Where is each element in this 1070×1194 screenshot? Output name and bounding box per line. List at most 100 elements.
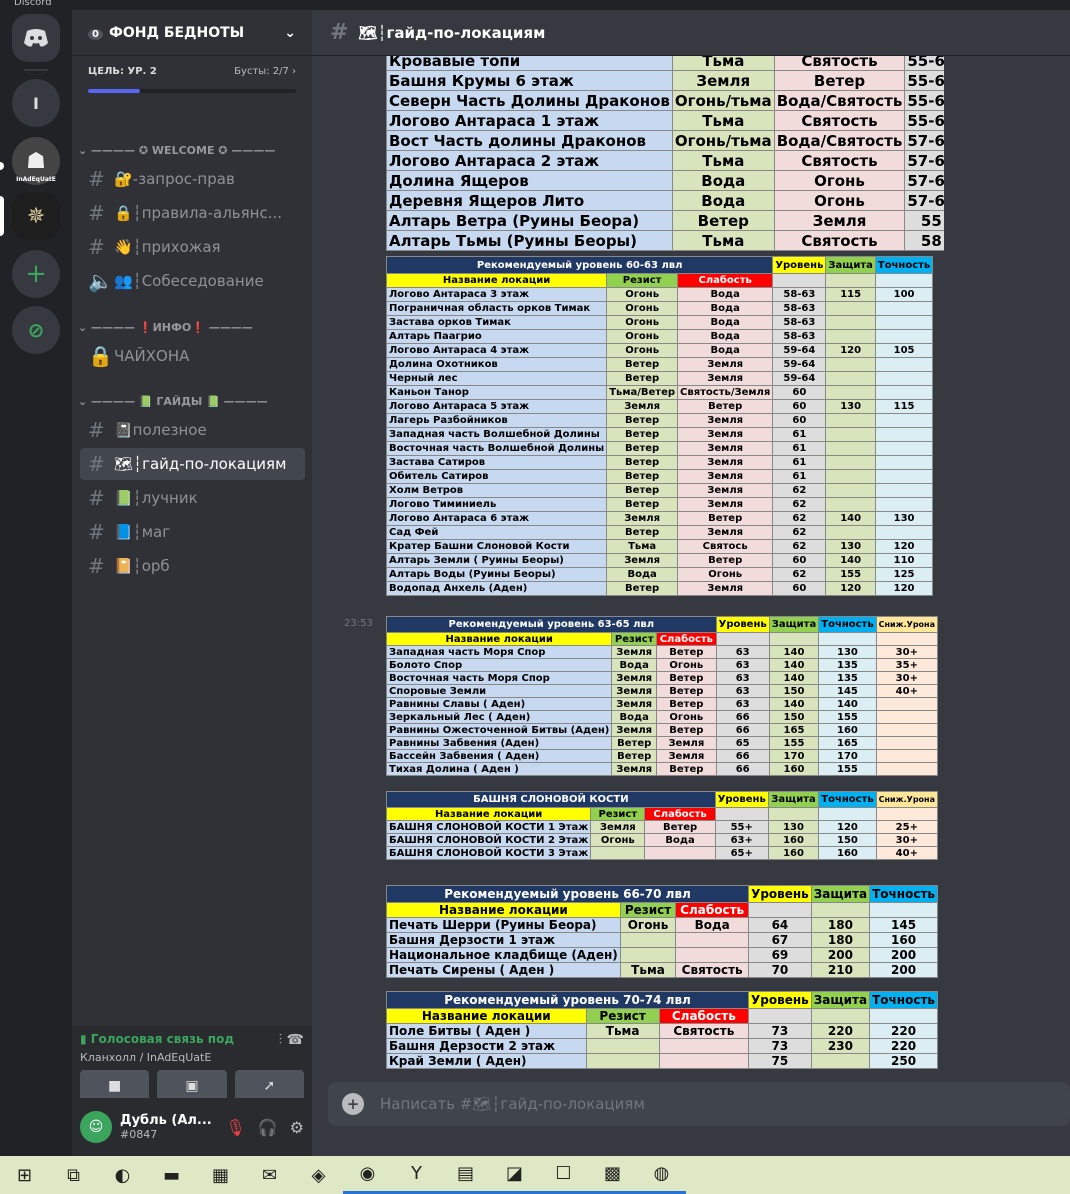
weakness-cell: Святость [773, 110, 906, 131]
image-table-3[interactable]: Рекомендуемый уровень 63-65 лвл Уровень За… [385, 616, 939, 776]
channel-pravila[interactable]: # 🔒┆правила-альянс... [80, 197, 305, 229]
yandex-icon[interactable]: Y [392, 1156, 441, 1194]
taskview-icon[interactable]: ⧉ [49, 1156, 98, 1194]
channel-orb[interactable]: # 📔┆орб [80, 550, 305, 582]
boost-goal[interactable]: ЦЕЛЬ: УР. 2 Бусты: 2/7 › [72, 56, 312, 77]
explorer-icon[interactable]: ▬ [147, 1156, 196, 1194]
damage-reduction-cell [875, 762, 939, 776]
table-row: Алтарь Ветра (Руины Беора) Ветер Земля 55 [386, 210, 944, 231]
header-defense: Защита [810, 885, 871, 903]
location-cell: Логово Антараса 5 этаж [385, 399, 608, 414]
location-cell: Логово Антараса 4 этаж [385, 343, 608, 358]
message-input[interactable]: + Написать #🗺┆гайд-по-локациям [328, 1082, 1070, 1126]
avatar[interactable]: ☺ [80, 1111, 112, 1143]
level-cell: 64 [748, 917, 812, 933]
channel-prihozhaya[interactable]: # 👋┆прихожая [80, 231, 305, 263]
resist-cell: Ветер [671, 210, 775, 231]
paint-icon[interactable]: ◪ [490, 1156, 539, 1194]
level-cell: 62 [772, 511, 827, 526]
disconnect-icon[interactable]: ☎ [287, 1032, 304, 1048]
windows-icon[interactable]: ⊞ [0, 1156, 49, 1194]
gear-icon[interactable]: ⚙ [290, 1118, 304, 1137]
table-row: БАШНЯ СЛОНОВОЙ КОСТИ 3 Этаж 65+ 160 160 40+ [385, 846, 939, 860]
channel-gaid-po-lokaciyam[interactable]: # 🗺┆гайд-по-локациям [80, 448, 305, 480]
table-row: Алтарь Тьмы (Руины Беоры) Тьма Святость 58 [386, 230, 944, 251]
table-row: Логово Антараса 2 этажТьмаСвятость57-62 [386, 150, 944, 171]
guild-icon-i[interactable]: I [12, 79, 60, 127]
mail-icon[interactable]: ✉ [245, 1156, 294, 1194]
header-blank [810, 1008, 871, 1024]
app-icon[interactable]: ◈ [294, 1156, 343, 1194]
attach-plus-icon[interactable]: + [342, 1093, 364, 1115]
weakness-cell: Ветер [677, 553, 774, 568]
resist-cell: Вода [611, 658, 658, 672]
location-cell: Логово Антараса 2 этаж [386, 150, 673, 171]
image-table-2[interactable]: Рекомендуемый уровень 60-63 лвл Уровень За… [385, 256, 934, 596]
channel-chaihona[interactable]: 🔒 ЧАЙХОНА [80, 340, 305, 372]
noise-icon[interactable]: ⫶ [279, 1032, 283, 1048]
image-table-5[interactable]: Рекомендуемый уровень 66-70 лвл Уровень За… [385, 885, 938, 978]
weakness-cell: Ветер [656, 697, 717, 711]
channel-mag[interactable]: # 📘┆маг [80, 516, 305, 548]
feedback-icon[interactable]: ☐ [539, 1156, 588, 1194]
header-blank [772, 273, 827, 288]
category-welcome[interactable]: ⌄ ———— ✪ WELCOME ✪ ———— [78, 144, 275, 157]
headphones-icon[interactable]: 🎧 [258, 1118, 278, 1137]
guild-fond-icon[interactable]: ✵ [12, 192, 60, 240]
defense-cell: 140 [768, 697, 820, 711]
mute-icon[interactable]: 🎙 [225, 1118, 245, 1137]
channel-poleznoe[interactable]: # 📓полезное [80, 414, 305, 446]
weakness-cell: Ветер [644, 820, 716, 834]
location-cell: Водопад Анхель (Аден) [385, 581, 608, 596]
level-cell: 65 [715, 736, 770, 750]
level-cell: 58-63 [772, 301, 827, 316]
guild-inadequate-icon[interactable]: ☗ InAdEqUatE [12, 137, 60, 185]
header-weakness: Слабость [658, 1008, 750, 1024]
server-header[interactable]: 0 ФОНД БЕДНОТЫ ⌄ [72, 10, 312, 56]
voice-status[interactable]: ▮ Голосовая связь под [80, 1032, 234, 1048]
defense-cell: 170 [768, 749, 820, 763]
channel-zapros-prav[interactable]: # 🔐-запрос-прав [80, 163, 305, 195]
game-icon[interactable]: ▩ [588, 1156, 637, 1194]
channel-luchnik[interactable]: # 📗┆лучник [80, 482, 305, 514]
store-icon[interactable]: ▦ [196, 1156, 245, 1194]
weakness-cell: Земля [677, 483, 774, 498]
explore-icon[interactable]: ⊘ [12, 306, 60, 354]
windows-taskbar: ⊞ ⧉ ◐ ▬ ▦ ✉ ◈ ◉ Y ▤ ◪ ☐ ▩ ◍ [0, 1156, 1070, 1194]
edge-icon[interactable]: ◐ [98, 1156, 147, 1194]
message-timestamp: 23:53 [344, 618, 373, 629]
discord-icon[interactable]: ◍ [637, 1156, 686, 1194]
weakness-cell: Вода/Святость [773, 90, 906, 111]
channel-label: 🔐-запрос-прав [114, 170, 235, 188]
accuracy-cell: 105 [874, 343, 934, 358]
category-info[interactable]: ⌄ ———— ❗ИНФО❗ ———— [78, 321, 253, 334]
firefox-icon[interactable]: ◉ [343, 1156, 392, 1194]
signal-icon: ▮ [80, 1032, 87, 1046]
level-cell: 66 [715, 710, 770, 724]
image-table-6[interactable]: Рекомендуемый уровень 70-74 лвл Уровень За… [385, 991, 938, 1069]
header-weakness: Слабость [675, 902, 750, 918]
level-cell: 61 [772, 441, 827, 456]
level-cell: 62 [772, 497, 827, 512]
message-input-placeholder: Написать #🗺┆гайд-по-локациям [380, 1095, 645, 1113]
resist-cell: Тьма/Ветер [606, 385, 679, 400]
image-table-1[interactable]: Кровавые топиТьмаСвятость55-60Башня Крум… [386, 56, 944, 251]
level-cell: 59-64 [772, 343, 827, 358]
level-cell: 58-63 [772, 287, 827, 302]
category-guides[interactable]: ⌄ ———— 📗 ГАЙДЫ 📗 ———— [78, 395, 268, 408]
weakness-cell: Святость [675, 962, 750, 978]
image-table-4[interactable]: БАШНЯ СЛОНОВОЙ КОСТИ Уровень Защита Точност… [385, 791, 939, 860]
add-server-icon[interactable]: + [12, 250, 60, 298]
hash-icon: # [88, 452, 105, 476]
weakness-cell: Земля [677, 525, 774, 540]
discord-home-icon[interactable] [12, 14, 60, 62]
channel-label: 📓полезное [114, 421, 207, 439]
channel-sobesedovanie[interactable]: 🔈 👥┆Собеседование [80, 265, 305, 297]
resist-cell: Ветер [606, 581, 679, 596]
damage-reduction-cell: 40+ [875, 684, 939, 698]
calculator-icon[interactable]: ▤ [441, 1156, 490, 1194]
level-cell: 66 [715, 723, 770, 737]
header-blank [875, 807, 939, 821]
level-cell: 73 [748, 1038, 812, 1054]
resist-cell: Земля [606, 553, 679, 568]
